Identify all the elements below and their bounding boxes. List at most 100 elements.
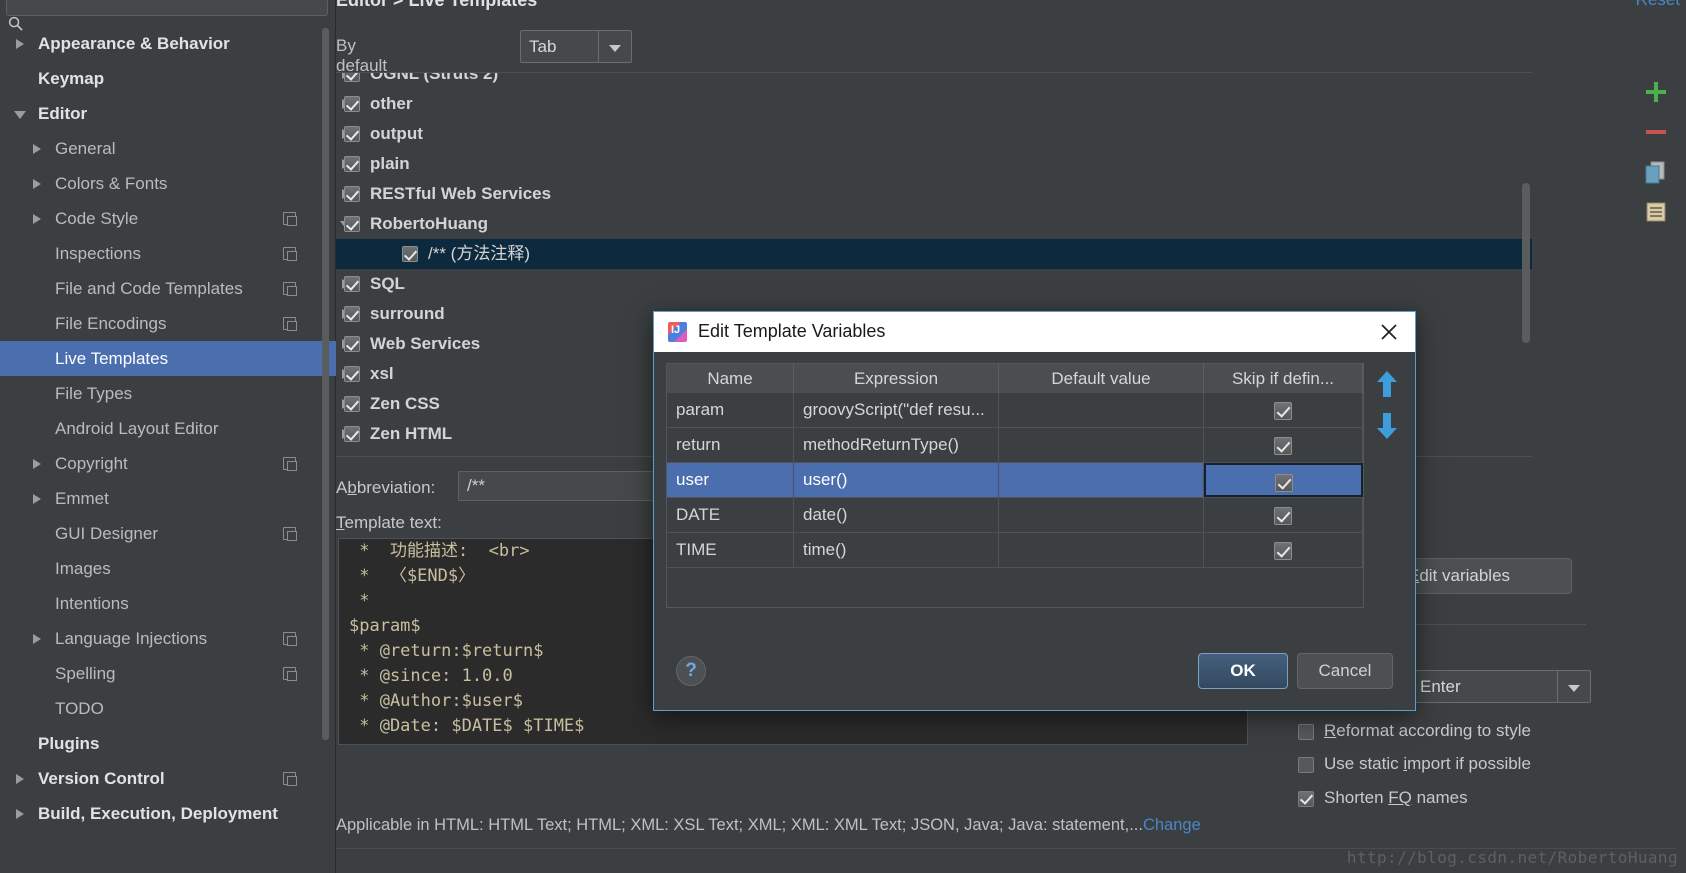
skip-checkbox[interactable] xyxy=(1274,542,1292,560)
sidebar-item-copyright[interactable]: Copyright xyxy=(0,446,336,481)
skip-checkbox[interactable] xyxy=(1274,437,1292,455)
sidebar-item-live-templates[interactable]: Live Templates xyxy=(0,341,336,376)
table-cell[interactable] xyxy=(999,533,1204,567)
move-up-icon[interactable] xyxy=(1374,368,1400,400)
copy-group-icon[interactable] xyxy=(1642,198,1670,226)
checkbox-box[interactable] xyxy=(1298,724,1314,740)
group-checkbox[interactable] xyxy=(344,72,360,82)
template-group-row[interactable]: /** (方法注释) xyxy=(336,239,1532,269)
group-checkbox[interactable] xyxy=(402,246,418,262)
skip-checkbox[interactable] xyxy=(1275,474,1293,492)
sidebar-item-gui-designer[interactable]: GUI Designer xyxy=(0,516,336,551)
change-link[interactable]: Change xyxy=(1143,816,1201,834)
chevron-down-icon[interactable] xyxy=(14,111,26,124)
sidebar-item-file-encodings[interactable]: File Encodings xyxy=(0,306,336,341)
chevron-right-icon[interactable] xyxy=(33,459,41,469)
sidebar-item-version-control[interactable]: Version Control xyxy=(0,761,336,796)
and-with-dropdown[interactable]: Enter xyxy=(1411,670,1591,703)
chevron-right-icon[interactable] xyxy=(33,179,41,189)
copy-settings-icon[interactable] xyxy=(283,317,296,330)
sidebar-item-editor[interactable]: Editor xyxy=(0,96,336,131)
sidebar-item-general[interactable]: General xyxy=(0,131,336,166)
copy-settings-icon[interactable] xyxy=(283,457,296,470)
skip-if-defined-cell[interactable] xyxy=(1204,498,1363,532)
table-cell[interactable]: TIME xyxy=(667,533,794,567)
move-down-icon[interactable] xyxy=(1374,410,1400,442)
ok-button[interactable]: OK xyxy=(1198,653,1288,689)
expand-with-dropdown[interactable]: Tab xyxy=(520,30,632,63)
table-row[interactable]: TIMEtime() xyxy=(667,533,1363,568)
chevron-right-icon[interactable] xyxy=(16,809,24,819)
group-checkbox[interactable] xyxy=(344,276,360,292)
sidebar-item-appearance-behavior[interactable]: Appearance & Behavior xyxy=(0,26,336,61)
group-checkbox[interactable] xyxy=(344,156,360,172)
group-checkbox[interactable] xyxy=(344,336,360,352)
sidebar-item-images[interactable]: Images xyxy=(0,551,336,586)
group-checkbox[interactable] xyxy=(344,366,360,382)
sidebar-item-spelling[interactable]: Spelling xyxy=(0,656,336,691)
table-cell[interactable]: return xyxy=(667,428,794,462)
table-column-header[interactable]: Expression xyxy=(794,364,999,393)
group-checkbox[interactable] xyxy=(344,426,360,442)
variables-table[interactable]: NameExpressionDefault valueSkip if defin… xyxy=(666,363,1364,608)
close-icon[interactable] xyxy=(1377,320,1401,344)
table-cell[interactable]: groovyScript("def resu... xyxy=(794,393,999,427)
sidebar-item-colors-fonts[interactable]: Colors & Fonts xyxy=(0,166,336,201)
sidebar-item-language-injections[interactable]: Language Injections xyxy=(0,621,336,656)
skip-if-defined-cell[interactable] xyxy=(1204,393,1363,427)
table-cell[interactable] xyxy=(999,393,1204,427)
sidebar-item-file-and-code-templates[interactable]: File and Code Templates xyxy=(0,271,336,306)
checkbox-box[interactable] xyxy=(1298,757,1314,773)
search-input[interactable] xyxy=(6,0,328,16)
copy-settings-icon[interactable] xyxy=(283,212,296,225)
table-row[interactable]: DATEdate() xyxy=(667,498,1363,533)
template-group-row[interactable]: output xyxy=(336,119,1532,149)
sidebar-item-build-execution-deployment[interactable]: Build, Execution, Deployment xyxy=(0,796,336,831)
table-row[interactable]: paramgroovyScript("def resu... xyxy=(667,393,1363,428)
skip-if-defined-cell[interactable] xyxy=(1204,428,1363,462)
help-button[interactable]: ? xyxy=(676,656,706,686)
template-list-scrollbar[interactable] xyxy=(1522,183,1530,343)
remove-icon[interactable] xyxy=(1642,118,1670,146)
table-column-header[interactable]: Name xyxy=(667,364,794,393)
sidebar-item-file-types[interactable]: File Types xyxy=(0,376,336,411)
group-checkbox[interactable] xyxy=(344,186,360,202)
table-cell[interactable]: user xyxy=(667,463,794,497)
sidebar-item-inspections[interactable]: Inspections xyxy=(0,236,336,271)
table-column-header[interactable]: Default value xyxy=(999,364,1204,393)
skip-checkbox[interactable] xyxy=(1274,507,1292,525)
checkbox-box[interactable] xyxy=(1298,791,1314,807)
skip-if-defined-cell[interactable] xyxy=(1204,463,1363,497)
template-group-row[interactable]: RESTful Web Services xyxy=(336,179,1532,209)
template-group-row[interactable]: other xyxy=(336,89,1532,119)
template-group-row[interactable]: plain xyxy=(336,149,1532,179)
copy-settings-icon[interactable] xyxy=(283,667,296,680)
chevron-right-icon[interactable] xyxy=(33,144,41,154)
table-cell[interactable]: methodReturnType() xyxy=(794,428,999,462)
table-cell[interactable] xyxy=(999,428,1204,462)
sidebar-item-intentions[interactable]: Intentions xyxy=(0,586,336,621)
sidebar-item-plugins[interactable]: Plugins xyxy=(0,726,336,761)
copy-settings-icon[interactable] xyxy=(283,772,296,785)
table-row[interactable]: useruser() xyxy=(667,463,1363,498)
group-checkbox[interactable] xyxy=(344,396,360,412)
table-cell[interactable]: user() xyxy=(794,463,999,497)
table-cell[interactable]: param xyxy=(667,393,794,427)
copy-settings-icon[interactable] xyxy=(283,247,296,260)
table-column-header[interactable]: Skip if defin... xyxy=(1204,364,1363,393)
duplicate-icon[interactable] xyxy=(1642,158,1670,186)
chevron-right-icon[interactable] xyxy=(33,494,41,504)
sidebar-item-todo[interactable]: TODO xyxy=(0,691,336,726)
table-cell[interactable]: time() xyxy=(794,533,999,567)
template-group-row[interactable]: RobertoHuang xyxy=(336,209,1532,239)
copy-settings-icon[interactable] xyxy=(283,527,296,540)
table-cell[interactable]: DATE xyxy=(667,498,794,532)
table-row[interactable]: returnmethodReturnType() xyxy=(667,428,1363,463)
sidebar-item-keymap[interactable]: Keymap xyxy=(0,61,336,96)
chevron-right-icon[interactable] xyxy=(16,774,24,784)
group-checkbox[interactable] xyxy=(344,126,360,142)
sidebar-item-android-layout-editor[interactable]: Android Layout Editor xyxy=(0,411,336,446)
chevron-right-icon[interactable] xyxy=(16,39,24,49)
group-checkbox[interactable] xyxy=(344,216,360,232)
cancel-button[interactable]: Cancel xyxy=(1297,653,1393,689)
